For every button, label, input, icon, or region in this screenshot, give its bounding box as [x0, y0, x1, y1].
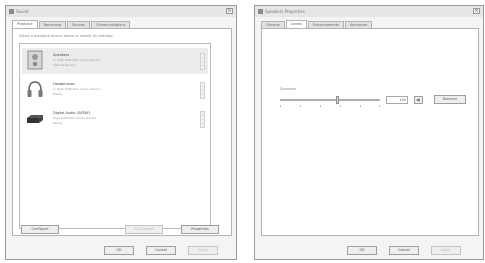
ok-button[interactable]: OK	[347, 246, 377, 255]
device-description: 2- High Definition Audio Device	[53, 58, 101, 62]
device-speakers[interactable]: Speakers 2- High Definition Audio Device…	[22, 48, 208, 74]
set-default-button[interactable]: Set Default	[125, 225, 163, 234]
headphones-icon	[27, 81, 43, 97]
volume-slider[interactable]	[280, 96, 380, 107]
mute-speaker-icon[interactable]	[414, 96, 423, 104]
properties-button[interactable]: Properties	[181, 225, 219, 234]
slider-ticks	[280, 105, 380, 107]
tab-strip: General Levels Enhancements Advanced	[261, 20, 373, 29]
slider-thumb[interactable]	[336, 96, 339, 104]
device-digital-audio[interactable]: Digital Audio (S/PDIF) High Definition A…	[22, 106, 208, 132]
device-status: Ready	[53, 92, 63, 96]
device-name: Headphones	[53, 82, 75, 86]
level-meter	[200, 53, 205, 70]
ok-button[interactable]: OK	[104, 246, 134, 255]
cancel-button[interactable]: Cancel	[146, 246, 176, 255]
playback-panel: Select a playback device below to modify…	[12, 28, 232, 236]
sound-app-icon	[9, 9, 14, 14]
instruction-text: Select a playback device below to modify…	[19, 34, 114, 38]
title-bar: Sound ×	[6, 6, 236, 17]
close-icon[interactable]: ×	[226, 8, 233, 14]
speakers-properties-dialog: Speakers Properties × General Levels Enhan…	[254, 5, 484, 260]
device-status: Ready	[53, 121, 63, 125]
slider-track	[280, 99, 380, 101]
window-title: Sound	[16, 9, 29, 14]
device-description: 2- High Definition Audio Device	[53, 87, 101, 91]
device-list[interactable]: Speakers 2- High Definition Audio Device…	[19, 43, 211, 229]
speaker-icon	[27, 50, 43, 70]
sound-dialog: Sound × Playback Recording Sounds Communica…	[5, 5, 237, 260]
tab-strip: Playback Recording Sounds Communications	[12, 20, 131, 29]
control-label: Speakers	[280, 87, 297, 91]
window-title: Speakers Properties	[265, 9, 305, 14]
apply-button[interactable]: Apply	[431, 246, 461, 255]
title-bar: Speakers Properties ×	[255, 6, 483, 17]
digital-output-icon	[27, 115, 43, 123]
level-meter	[200, 111, 205, 128]
configure-button[interactable]: Configure	[21, 225, 59, 234]
device-status: Default Device	[53, 63, 76, 67]
close-icon[interactable]: ×	[473, 8, 480, 14]
speaker-app-icon	[258, 9, 263, 14]
device-description: High Definition Audio Device	[53, 116, 97, 120]
level-meter	[200, 82, 205, 99]
device-headphones[interactable]: Headphones 2- High Definition Audio Devi…	[22, 77, 208, 103]
volume-value-field[interactable]: 100	[386, 96, 408, 104]
device-name: Digital Audio (S/PDIF)	[53, 111, 91, 115]
balance-button[interactable]: Balance	[434, 95, 466, 104]
levels-panel: Speakers 100 Balance	[261, 28, 479, 236]
apply-button[interactable]: Apply	[188, 246, 218, 255]
cancel-button[interactable]: Cancel	[389, 246, 419, 255]
device-name: Speakers	[53, 53, 70, 57]
